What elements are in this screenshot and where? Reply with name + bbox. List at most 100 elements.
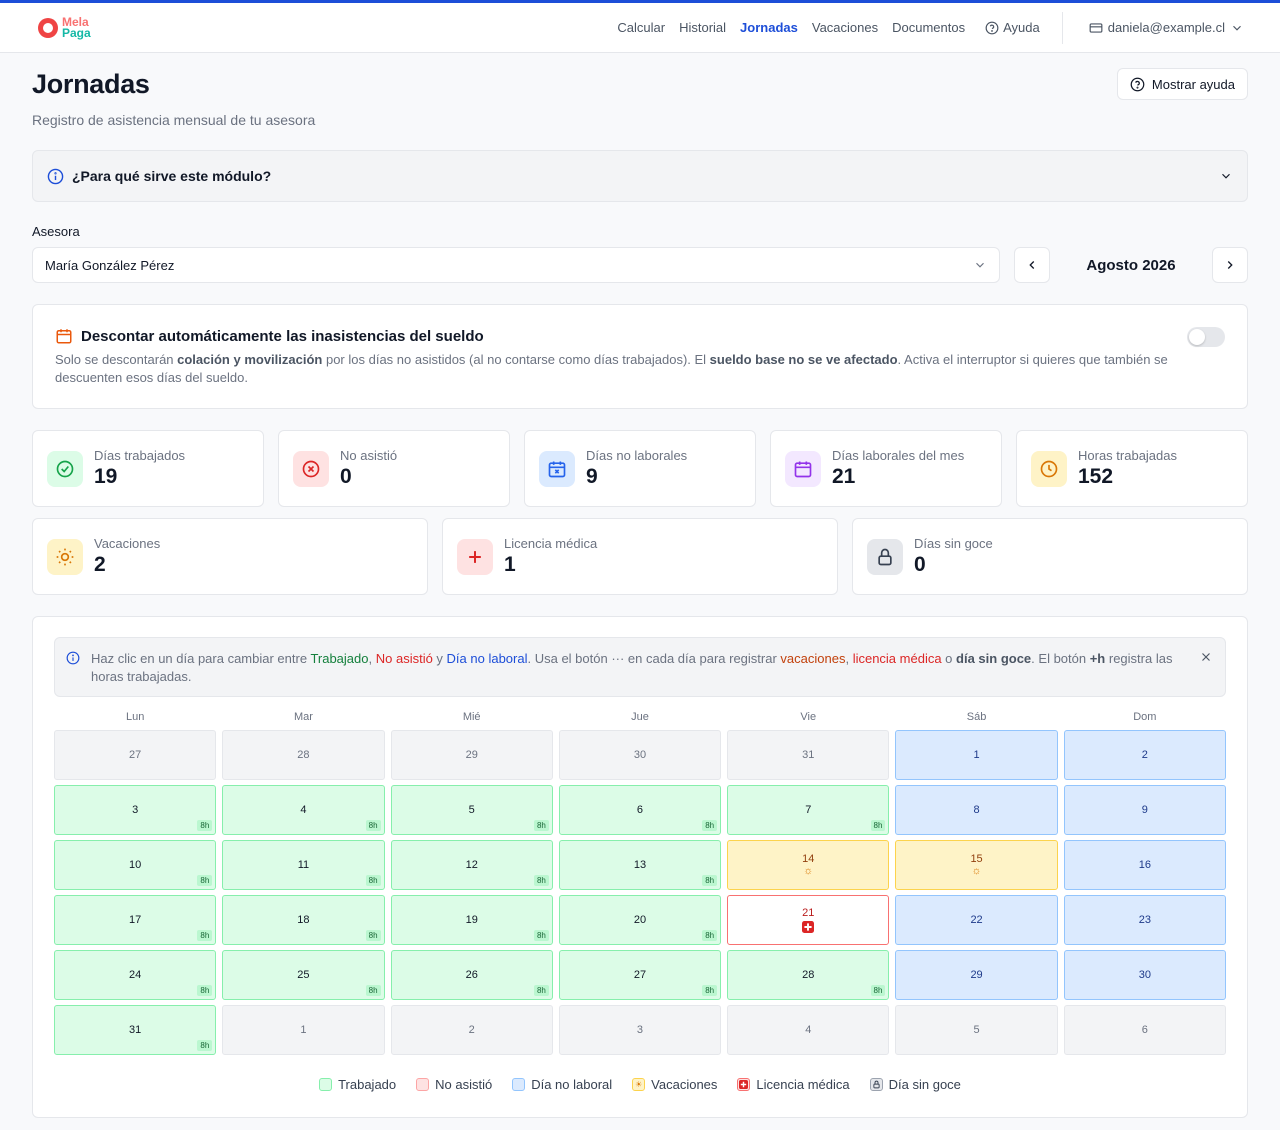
hours-badge[interactable]: 8h	[533, 985, 549, 996]
hours-badge[interactable]: 8h	[197, 820, 213, 831]
calendar-day[interactable]: 13 8h	[558, 840, 722, 890]
stat-licencia-medica: Licencia médica 1	[442, 518, 838, 595]
calendar-day[interactable]: 23	[1063, 895, 1226, 945]
calendar-day[interactable]: 21	[727, 895, 890, 945]
calendar-day[interactable]: 1	[222, 1005, 385, 1055]
calendar-day[interactable]: 29	[895, 950, 1058, 1000]
brand-logo[interactable]: Mela Paga	[38, 16, 91, 39]
calendar-day[interactable]: 22	[895, 895, 1058, 945]
legend-no-asistio: No asistió	[416, 1077, 492, 1092]
hours-badge[interactable]: 8h	[533, 930, 549, 941]
hours-badge[interactable]: 8h	[870, 820, 886, 831]
calendar-icon	[785, 450, 821, 487]
calendar-day[interactable]: 2	[390, 1005, 553, 1055]
prev-month-button[interactable]	[1014, 247, 1050, 283]
calendar-day[interactable]: 11 8h	[222, 840, 385, 890]
calendar-day[interactable]: 26 8h	[390, 950, 553, 1000]
hours-badge[interactable]: 8h	[197, 930, 213, 941]
calendar-card: Haz clic en un día para cambiar entre Tr…	[32, 616, 1248, 1118]
calendar-day[interactable]: 19 8h	[390, 895, 553, 945]
day-number: 31	[802, 749, 815, 761]
hours-badge[interactable]: 8h	[365, 985, 381, 996]
day-number: 9	[1141, 804, 1148, 816]
nav-link-calcular[interactable]: Calcular	[617, 20, 665, 35]
module-info-accordion[interactable]: ¿Para qué sirve este módulo?	[32, 150, 1248, 202]
nav-link-jornadas[interactable]: Jornadas	[740, 20, 798, 35]
hours-badge[interactable]: 8h	[365, 820, 381, 831]
calendar-day[interactable]: 30	[1063, 950, 1226, 1000]
hours-badge[interactable]: 8h	[197, 875, 213, 886]
day-number: 31	[129, 1024, 142, 1036]
hours-badge[interactable]: 8h	[365, 875, 381, 886]
calendar-day[interactable]: 16	[1063, 840, 1226, 890]
calendar-day[interactable]: 25 8h	[222, 950, 385, 1000]
hours-badge[interactable]: 8h	[702, 820, 718, 831]
show-help-button[interactable]: Mostrar ayuda	[1116, 68, 1248, 100]
asesora-select[interactable]: María González Pérez	[32, 247, 1000, 283]
chevron-down-icon	[1222, 173, 1230, 179]
stat-dias-trabajados: Días trabajados 19	[32, 430, 264, 507]
nav-link-documentos[interactable]: Documentos	[892, 20, 965, 35]
nav-help-label: Ayuda	[1003, 20, 1040, 35]
hours-badge[interactable]: 8h	[533, 820, 549, 831]
hours-badge[interactable]: 8h	[365, 930, 381, 941]
calendar-day[interactable]: 28	[222, 730, 385, 780]
stat-no-asistio: No asistió 0	[278, 430, 510, 507]
next-month-button[interactable]	[1212, 247, 1248, 283]
day-number: 13	[633, 859, 647, 871]
calendar-day[interactable]: 18 8h	[222, 895, 385, 945]
calendar-day[interactable]: 15 ☼	[895, 840, 1058, 890]
hours-badge[interactable]: 8h	[702, 985, 718, 996]
hours-badge[interactable]: 8h	[702, 875, 718, 886]
day-number: 8	[973, 804, 980, 816]
calendar-legend: Trabajado No asistió Día no laboral ☀ Vac…	[54, 1077, 1226, 1092]
calendar-day[interactable]: 8	[895, 785, 1058, 835]
calendar-day[interactable]: 9	[1063, 785, 1226, 835]
hours-badge[interactable]: 8h	[197, 1040, 213, 1051]
calendar-day[interactable]: 4 8h	[222, 785, 385, 835]
calendar-day[interactable]: 17 8h	[54, 895, 217, 945]
calendar-day[interactable]: 27	[54, 730, 217, 780]
page-title: Jornadas	[32, 69, 150, 99]
calendar-day[interactable]: 31	[727, 730, 890, 780]
deduct-toggle[interactable]	[1187, 327, 1225, 347]
calendar-day[interactable]: 7 8h	[727, 785, 890, 835]
calendar-icon	[56, 329, 72, 344]
day-number: 6	[636, 804, 644, 816]
day-number: 7	[805, 804, 812, 816]
day-number: 25	[297, 969, 310, 981]
hours-badge[interactable]: 8h	[533, 875, 549, 886]
calendar-day[interactable]: 20 8h	[558, 895, 722, 945]
hours-badge[interactable]: 8h	[197, 985, 213, 996]
deduct-absences-card: Descontar automáticamente las inasistenc…	[32, 304, 1248, 409]
calendar-day[interactable]: 24 8h	[54, 950, 217, 1000]
calendar-day[interactable]: 29	[390, 730, 553, 780]
calendar-day[interactable]: 3	[558, 1005, 722, 1055]
calendar-day[interactable]: 1	[895, 730, 1058, 780]
nav-link-historial[interactable]: Historial	[679, 20, 726, 35]
calendar-day[interactable]: 2	[1063, 730, 1226, 780]
close-icon[interactable]	[1199, 650, 1213, 664]
hours-badge[interactable]: 8h	[870, 985, 886, 996]
calendar-day[interactable]: 4	[727, 1005, 890, 1055]
plus-icon	[457, 538, 493, 575]
calendar-day[interactable]: 27 8h	[558, 950, 722, 1000]
calendar-day[interactable]: 5	[895, 1005, 1058, 1055]
calendar-day[interactable]: 28 8h	[727, 950, 890, 1000]
calendar-day[interactable]: 3 8h	[54, 785, 217, 835]
help-circle-icon	[985, 21, 999, 34]
calendar-day[interactable]: 6	[1063, 1005, 1226, 1055]
calendar-day[interactable]: 30	[558, 730, 722, 780]
calendar-day[interactable]: 12 8h	[390, 840, 553, 890]
nav-help-link[interactable]: Ayuda	[985, 20, 1040, 35]
hours-badge[interactable]: 8h	[702, 930, 718, 941]
calendar-day[interactable]: 10 8h	[54, 840, 217, 890]
calendar-day[interactable]: 14 ☼	[727, 840, 890, 890]
nav-link-vacaciones[interactable]: Vacaciones	[812, 20, 878, 35]
user-menu[interactable]: daniela@example.cl	[1089, 20, 1244, 35]
calendar-day[interactable]: 6 8h	[558, 785, 722, 835]
medical-plus-icon	[737, 1078, 751, 1091]
calendar-day[interactable]: 5 8h	[390, 785, 553, 835]
stat-dias-sin-goce: Días sin goce 0	[852, 518, 1248, 595]
calendar-day[interactable]: 31 8h	[54, 1005, 217, 1055]
